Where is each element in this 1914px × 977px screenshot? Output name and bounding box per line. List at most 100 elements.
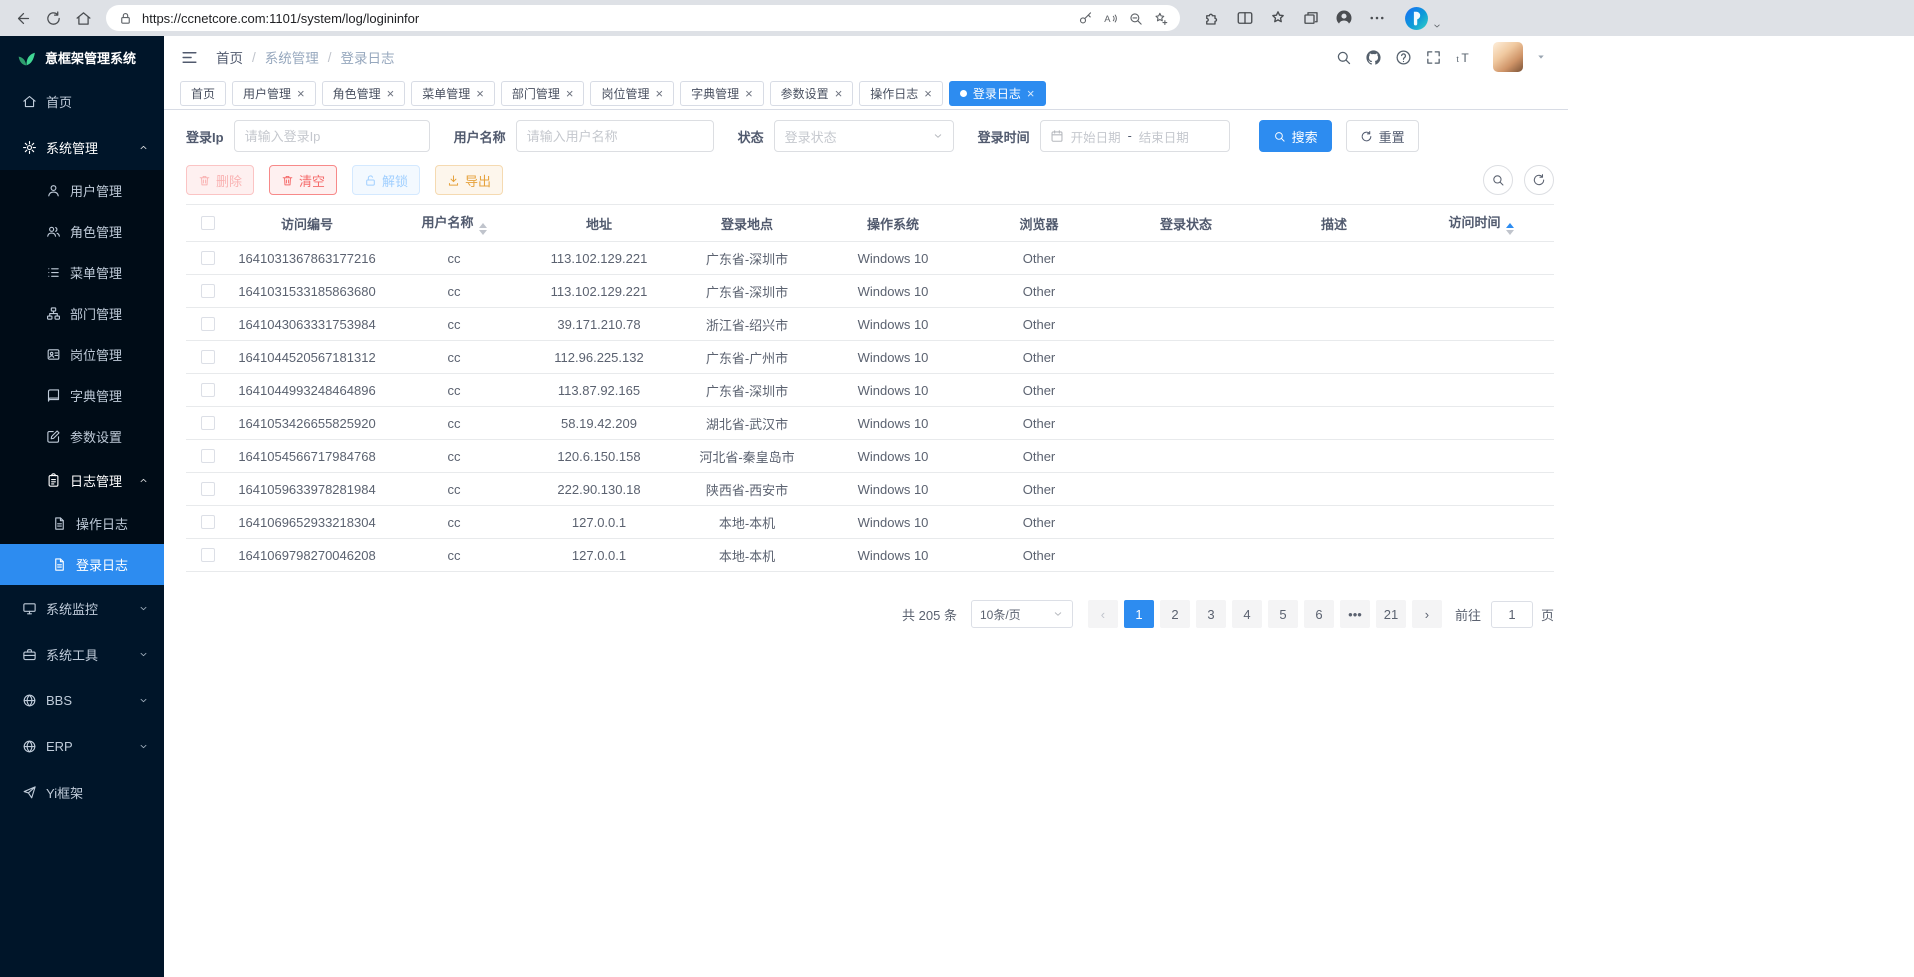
sidebar-item-用户管理[interactable]: 用户管理	[0, 170, 164, 211]
browser-profile-icon[interactable]	[1335, 9, 1353, 27]
breadcrumb-item-首页[interactable]: 首页	[216, 47, 243, 67]
collections-icon[interactable]	[1302, 9, 1320, 27]
row-checkbox[interactable]	[201, 350, 215, 364]
tab-登录日志[interactable]: 登录日志×	[949, 81, 1046, 106]
sort-caret-icon[interactable]	[1506, 223, 1514, 235]
site-info-lock-icon[interactable]	[118, 11, 133, 26]
sidebar-item-系统监控[interactable]: 系统监控	[0, 585, 164, 631]
clear-button[interactable]: 清空	[269, 165, 337, 195]
sidebar-item-参数设置[interactable]: 参数设置	[0, 416, 164, 457]
sidebar-item-岗位管理[interactable]: 岗位管理	[0, 334, 164, 375]
user-name-input[interactable]	[516, 120, 714, 152]
column-header-用户名称[interactable]: 用户名称	[384, 205, 524, 242]
tab-close-icon[interactable]: ×	[566, 87, 574, 100]
sidebar-item-BBS[interactable]: BBS	[0, 677, 164, 723]
browser-refresh-icon[interactable]	[38, 3, 68, 33]
select-all-checkbox[interactable]	[201, 216, 215, 230]
sidebar-item-日志管理[interactable]: 日志管理	[0, 457, 164, 503]
row-checkbox[interactable]	[201, 284, 215, 298]
tab-角色管理[interactable]: 角色管理×	[322, 81, 406, 106]
browser-back-icon[interactable]	[8, 3, 38, 33]
breadcrumb-item-系统管理[interactable]: 系统管理	[265, 47, 319, 67]
row-checkbox[interactable]	[201, 251, 215, 265]
date-range-picker[interactable]: 开始日期 - 结束日期	[1040, 120, 1230, 152]
login-ip-input[interactable]	[234, 120, 430, 152]
export-button[interactable]: 导出	[435, 165, 503, 195]
search-button[interactable]: 搜索	[1259, 120, 1332, 152]
tab-用户管理[interactable]: 用户管理×	[232, 81, 316, 106]
next-page-button[interactable]: ›	[1412, 600, 1442, 628]
row-checkbox[interactable]	[201, 416, 215, 430]
tab-岗位管理[interactable]: 岗位管理×	[590, 81, 674, 106]
tab-close-icon[interactable]: ×	[297, 87, 305, 100]
help-icon[interactable]	[1395, 49, 1412, 66]
row-checkbox[interactable]	[201, 449, 215, 463]
page-button-21[interactable]: 21	[1376, 600, 1406, 628]
tab-字典管理[interactable]: 字典管理×	[680, 81, 764, 106]
unlock-button[interactable]: 解锁	[352, 165, 420, 195]
table-search-toggle-icon[interactable]	[1483, 165, 1513, 195]
copilot-caret-icon[interactable]	[1432, 21, 1442, 31]
extensions-icon[interactable]	[1203, 9, 1221, 27]
sidebar-item-字典管理[interactable]: 字典管理	[0, 375, 164, 416]
sidebar-item-系统管理[interactable]: 系统管理	[0, 124, 164, 170]
prev-page-button[interactable]: ‹	[1088, 600, 1118, 628]
avatar-caret-icon[interactable]	[1536, 52, 1546, 62]
favorites-icon[interactable]	[1269, 9, 1287, 27]
page-button-2[interactable]: 2	[1160, 600, 1190, 628]
address-bar[interactable]: https://ccnetcore.com:1101/system/log/lo…	[106, 5, 1180, 31]
row-checkbox[interactable]	[201, 515, 215, 529]
browser-more-icon[interactable]	[1368, 9, 1386, 27]
more-pages-button[interactable]: •••	[1340, 600, 1370, 628]
split-screen-icon[interactable]	[1236, 9, 1254, 27]
sidebar-item-Yi框架[interactable]: Yi框架	[0, 769, 164, 815]
sidebar-item-首页[interactable]: 首页	[0, 78, 164, 124]
sidebar-item-角色管理[interactable]: 角色管理	[0, 211, 164, 252]
menu-collapse-icon[interactable]	[180, 48, 199, 67]
row-checkbox[interactable]	[201, 383, 215, 397]
tab-菜单管理[interactable]: 菜单管理×	[411, 81, 495, 106]
sidebar-item-系统工具[interactable]: 系统工具	[0, 631, 164, 677]
sidebar-item-ERP[interactable]: ERP	[0, 723, 164, 769]
password-key-icon[interactable]	[1078, 11, 1093, 26]
row-checkbox[interactable]	[201, 548, 215, 562]
tab-首页[interactable]: 首页	[180, 81, 226, 106]
tab-close-icon[interactable]: ×	[924, 87, 932, 100]
tab-close-icon[interactable]: ×	[835, 87, 843, 100]
sort-caret-icon[interactable]	[479, 223, 487, 235]
tab-close-icon[interactable]: ×	[476, 87, 484, 100]
page-button-4[interactable]: 4	[1232, 600, 1262, 628]
page-button-1[interactable]: 1	[1124, 600, 1154, 628]
tab-close-icon[interactable]: ×	[387, 87, 395, 100]
sidebar-item-操作日志[interactable]: 操作日志	[0, 503, 164, 544]
sidebar-item-部门管理[interactable]: 部门管理	[0, 293, 164, 334]
column-header-访问时间[interactable]: 访问时间	[1408, 205, 1554, 242]
page-button-3[interactable]: 3	[1196, 600, 1226, 628]
row-checkbox[interactable]	[201, 317, 215, 331]
tab-close-icon[interactable]: ×	[745, 87, 753, 100]
row-checkbox[interactable]	[201, 482, 215, 496]
reset-button[interactable]: 重置	[1346, 120, 1419, 152]
sidebar-item-菜单管理[interactable]: 菜单管理	[0, 252, 164, 293]
copilot-icon[interactable]	[1404, 6, 1429, 31]
table-refresh-icon[interactable]	[1524, 165, 1554, 195]
favorite-star-icon[interactable]	[1153, 11, 1168, 26]
tab-部门管理[interactable]: 部门管理×	[501, 81, 585, 106]
tab-close-icon[interactable]: ×	[655, 87, 663, 100]
page-button-5[interactable]: 5	[1268, 600, 1298, 628]
tab-操作日志[interactable]: 操作日志×	[859, 81, 943, 106]
status-select[interactable]: 登录状态	[774, 120, 954, 152]
read-aloud-icon[interactable]: A	[1103, 11, 1118, 26]
page-size-select[interactable]: 10条/页	[971, 600, 1073, 628]
github-icon[interactable]	[1365, 49, 1382, 66]
font-size-icon[interactable]: tT	[1455, 49, 1472, 66]
search-icon[interactable]	[1335, 49, 1352, 66]
page-button-6[interactable]: 6	[1304, 600, 1334, 628]
fullscreen-icon[interactable]	[1425, 49, 1442, 66]
browser-home-icon[interactable]	[68, 3, 98, 33]
tab-参数设置[interactable]: 参数设置×	[770, 81, 854, 106]
tab-close-icon[interactable]: ×	[1027, 87, 1035, 100]
goto-page-input[interactable]	[1491, 601, 1533, 628]
zoom-icon[interactable]	[1128, 11, 1143, 26]
sidebar-item-登录日志[interactable]: 登录日志	[0, 544, 164, 585]
